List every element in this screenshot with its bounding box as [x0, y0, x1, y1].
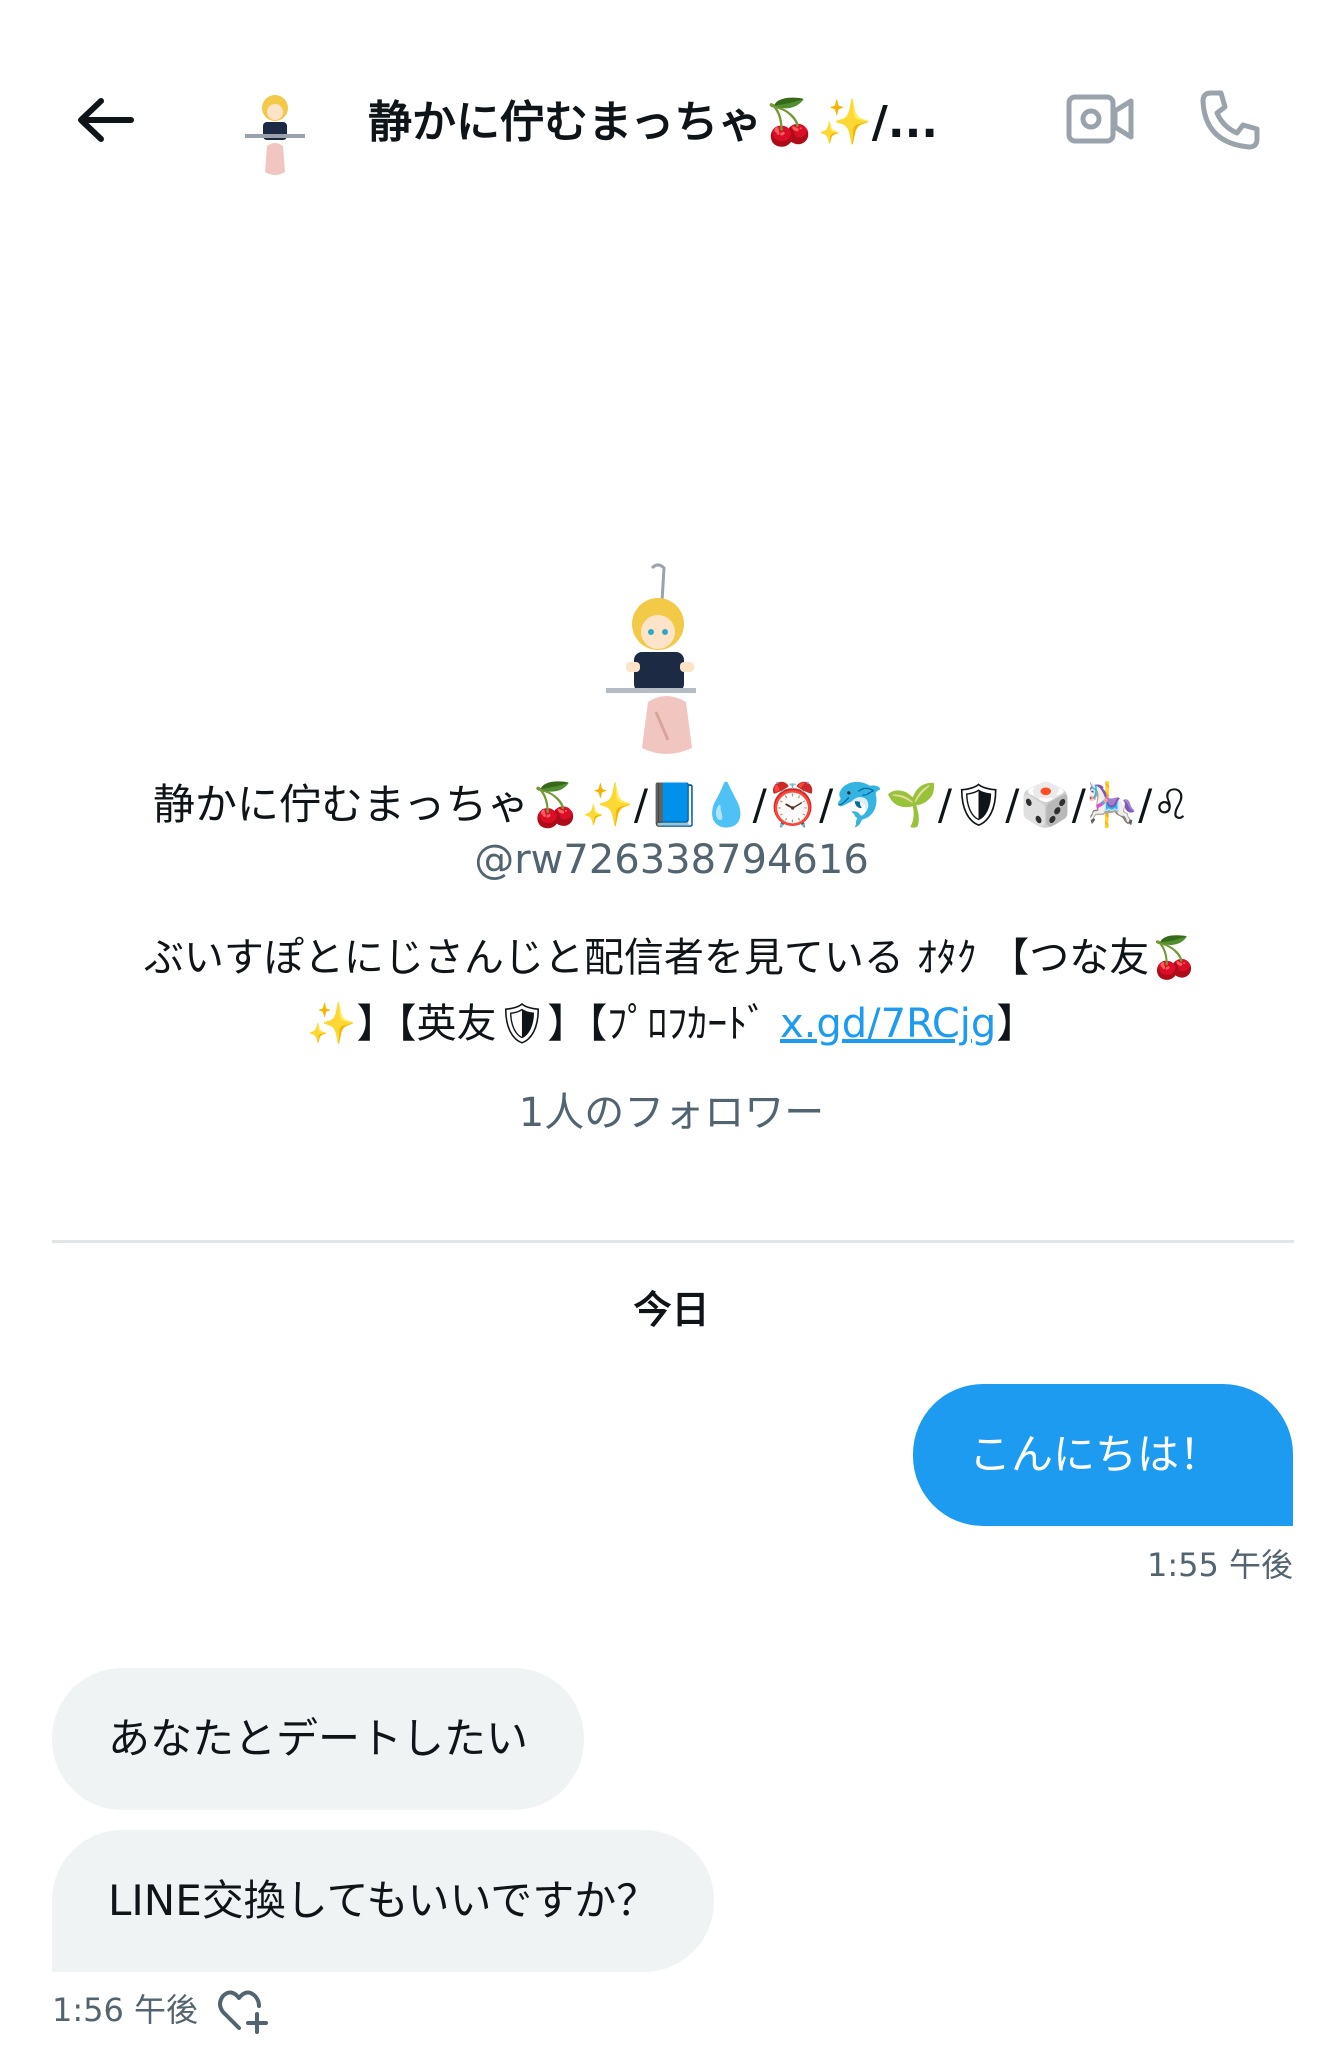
bio-end: 】 [996, 1001, 1037, 1047]
profile-handle: @rw726338794616 [474, 837, 869, 883]
message-timestamp: 1:56 午後 [52, 1991, 199, 2029]
bio-text: ぶいすぽとにじさんじと配信者を見ている ｵﾀｸ 【つな友🍒✨】【英友🛡】【ﾌﾟﾛ… [143, 935, 1200, 1047]
message-bubble-received[interactable]: LINE交換してもいいですか？ [52, 1830, 715, 1972]
dm-conversation-page: 静かに佇むまっちゃ🍒✨/... 静かに佇むまっちゃ🍒✨/📘💧/⏰/🐬🌱/🛡/🎲/… [0, 0, 1343, 2048]
voice-call-button[interactable] [1190, 80, 1270, 160]
profile-display-name: 静かに佇むまっちゃ🍒✨/📘💧/⏰/🐬🌱/🛡/🎲/🎠/♌ [152, 780, 1190, 829]
profile-avatar[interactable] [596, 562, 746, 762]
heart-plus-icon [218, 1990, 268, 2034]
message-bubble-received[interactable]: あなたとデートしたい [52, 1668, 585, 1810]
followers-count[interactable]: 1人のフォロワー [40, 1083, 1303, 1143]
header-avatar[interactable] [235, 88, 315, 178]
back-button[interactable] [60, 80, 150, 160]
message-bubble-sent[interactable]: こんにちは！ [912, 1384, 1293, 1526]
message-timestamp: 1:55 午後 [1146, 1546, 1293, 1584]
date-separator: 今日 [633, 1288, 710, 1332]
phone-icon [1200, 90, 1260, 150]
conversation-title[interactable]: 静かに佇むまっちゃ🍒✨/... [368, 88, 1018, 158]
bio-link[interactable]: x.gd/7RCjg [780, 1001, 996, 1047]
video-call-button[interactable] [1062, 84, 1138, 154]
conversation-header: 静かに佇むまっちゃ🍒✨/... [0, 0, 1343, 240]
video-camera-icon [1066, 94, 1134, 144]
add-reaction-button[interactable] [214, 1984, 270, 2036]
profile-bio: ぶいすぽとにじさんじと配信者を見ている ｵﾀｸ 【つな友🍒✨】【英友🛡】【ﾌﾟﾛ… [110, 925, 1233, 1057]
arrow-left-icon [78, 98, 134, 142]
section-divider [52, 1240, 1294, 1243]
